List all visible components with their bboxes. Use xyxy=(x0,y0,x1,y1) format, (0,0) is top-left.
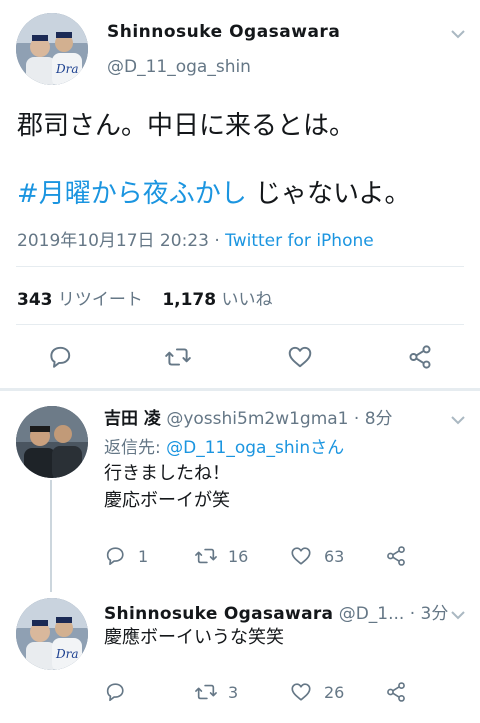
handle[interactable]: @yosshi5m2w1gma1 xyxy=(166,409,348,429)
share-icon xyxy=(409,345,431,369)
svg-text:Dra: Dra xyxy=(55,62,79,76)
tweet-text-line-2: #月曜から夜ふかし じゃないよ。 xyxy=(17,176,411,212)
reply-count: 1 xyxy=(138,546,149,566)
like-button[interactable] xyxy=(287,344,313,370)
retweet-icon xyxy=(195,548,217,564)
retweet-icon xyxy=(165,348,191,366)
chevron-down-icon[interactable] xyxy=(450,24,466,43)
retweet-count: 3 xyxy=(228,682,239,702)
like-stat[interactable]: 1,178 いいね xyxy=(162,290,272,310)
reply-button[interactable]: 1 xyxy=(104,545,148,567)
reply-icon xyxy=(106,683,124,702)
heart-icon xyxy=(291,547,311,565)
like-button[interactable]: 63 xyxy=(290,545,344,567)
thread-line xyxy=(50,480,52,592)
reply-text-line-1: 行きましたね！ xyxy=(104,463,230,484)
meta-separator: · xyxy=(208,231,226,251)
tweet-stats: 343 リツイート 1,178 いいね xyxy=(17,285,273,310)
share-button[interactable] xyxy=(385,545,407,567)
tweet-text-line-1: 郡司さん。中日に来るとは。 xyxy=(17,111,356,141)
retweet-count: 343 xyxy=(17,290,53,310)
reply-button[interactable] xyxy=(47,344,73,370)
timestamp[interactable]: 2019年10月17日 20:23 xyxy=(17,231,209,251)
reply-time: · 3分 xyxy=(404,604,449,624)
retweet-icon xyxy=(195,684,217,700)
share-icon xyxy=(387,546,405,566)
reply-text: 行きましたね！ 慶応ボーイが笑 xyxy=(104,460,230,514)
reply-to: 返信先: @D_11_oga_shinさん xyxy=(104,433,344,458)
retweet-count: 16 xyxy=(228,546,249,566)
divider xyxy=(16,324,464,325)
avatar[interactable]: Dra xyxy=(16,598,88,670)
hashtag-link[interactable]: #月曜から夜ふかし xyxy=(17,179,247,209)
handle[interactable]: @D_11_oga_shin xyxy=(107,57,251,77)
tweet-text-rest: じゃないよ。 xyxy=(246,179,411,209)
retweet-button[interactable] xyxy=(164,344,192,370)
reply-text-line-2: 慶応ボーイが笑 xyxy=(104,490,230,511)
reply-header: Shinnosuke Ogasawara @D_1... · 3分 xyxy=(104,599,448,624)
display-name[interactable]: Shinnosuke Ogasawara xyxy=(107,22,340,42)
retweet-button[interactable]: 16 xyxy=(194,545,248,567)
reply-to-link[interactable]: @D_11_oga_shinさん xyxy=(166,438,344,458)
reply-time: · 8分 xyxy=(348,409,393,429)
reply-text: 慶應ボーイいうな笑笑 xyxy=(104,627,284,648)
like-count: 63 xyxy=(324,546,345,566)
share-icon xyxy=(387,682,405,702)
retweet-label: リツイート xyxy=(57,290,143,310)
chevron-down-icon[interactable] xyxy=(450,410,466,429)
tweet-text: 郡司さん。中日に来るとは。 xyxy=(17,108,472,144)
retweet-stat[interactable]: 343 リツイート xyxy=(17,290,143,310)
avatar[interactable] xyxy=(16,406,88,478)
display-name[interactable]: Shinnosuke Ogasawara xyxy=(104,604,333,624)
avatar[interactable]: Dra xyxy=(16,13,88,85)
share-button[interactable] xyxy=(407,344,433,370)
reply-icon xyxy=(106,547,124,566)
retweet-button[interactable]: 3 xyxy=(194,681,238,703)
reply-header: 吉田 凌 @yosshi5m2w1gma1 · 8分 xyxy=(104,404,393,429)
chevron-down-icon[interactable] xyxy=(450,605,466,624)
tweet-meta: 2019年10月17日 20:23 · Twitter for iPhone xyxy=(17,226,374,251)
divider xyxy=(16,266,464,267)
share-button[interactable] xyxy=(385,681,407,703)
handle[interactable]: @D_1... xyxy=(339,604,405,624)
display-name[interactable]: 吉田 凌 xyxy=(104,409,161,429)
reply-button[interactable] xyxy=(104,681,126,703)
source-link[interactable]: Twitter for iPhone xyxy=(225,231,374,251)
heart-icon xyxy=(288,346,312,368)
like-label: いいね xyxy=(221,290,273,310)
reply-icon xyxy=(50,346,71,368)
reply-to-label: 返信先: xyxy=(104,438,167,458)
like-count: 1,178 xyxy=(162,290,217,310)
like-count: 26 xyxy=(324,682,345,702)
like-button[interactable]: 26 xyxy=(290,681,344,703)
section-divider xyxy=(0,388,480,391)
svg-text:Dra: Dra xyxy=(55,647,79,661)
heart-icon xyxy=(291,683,311,701)
